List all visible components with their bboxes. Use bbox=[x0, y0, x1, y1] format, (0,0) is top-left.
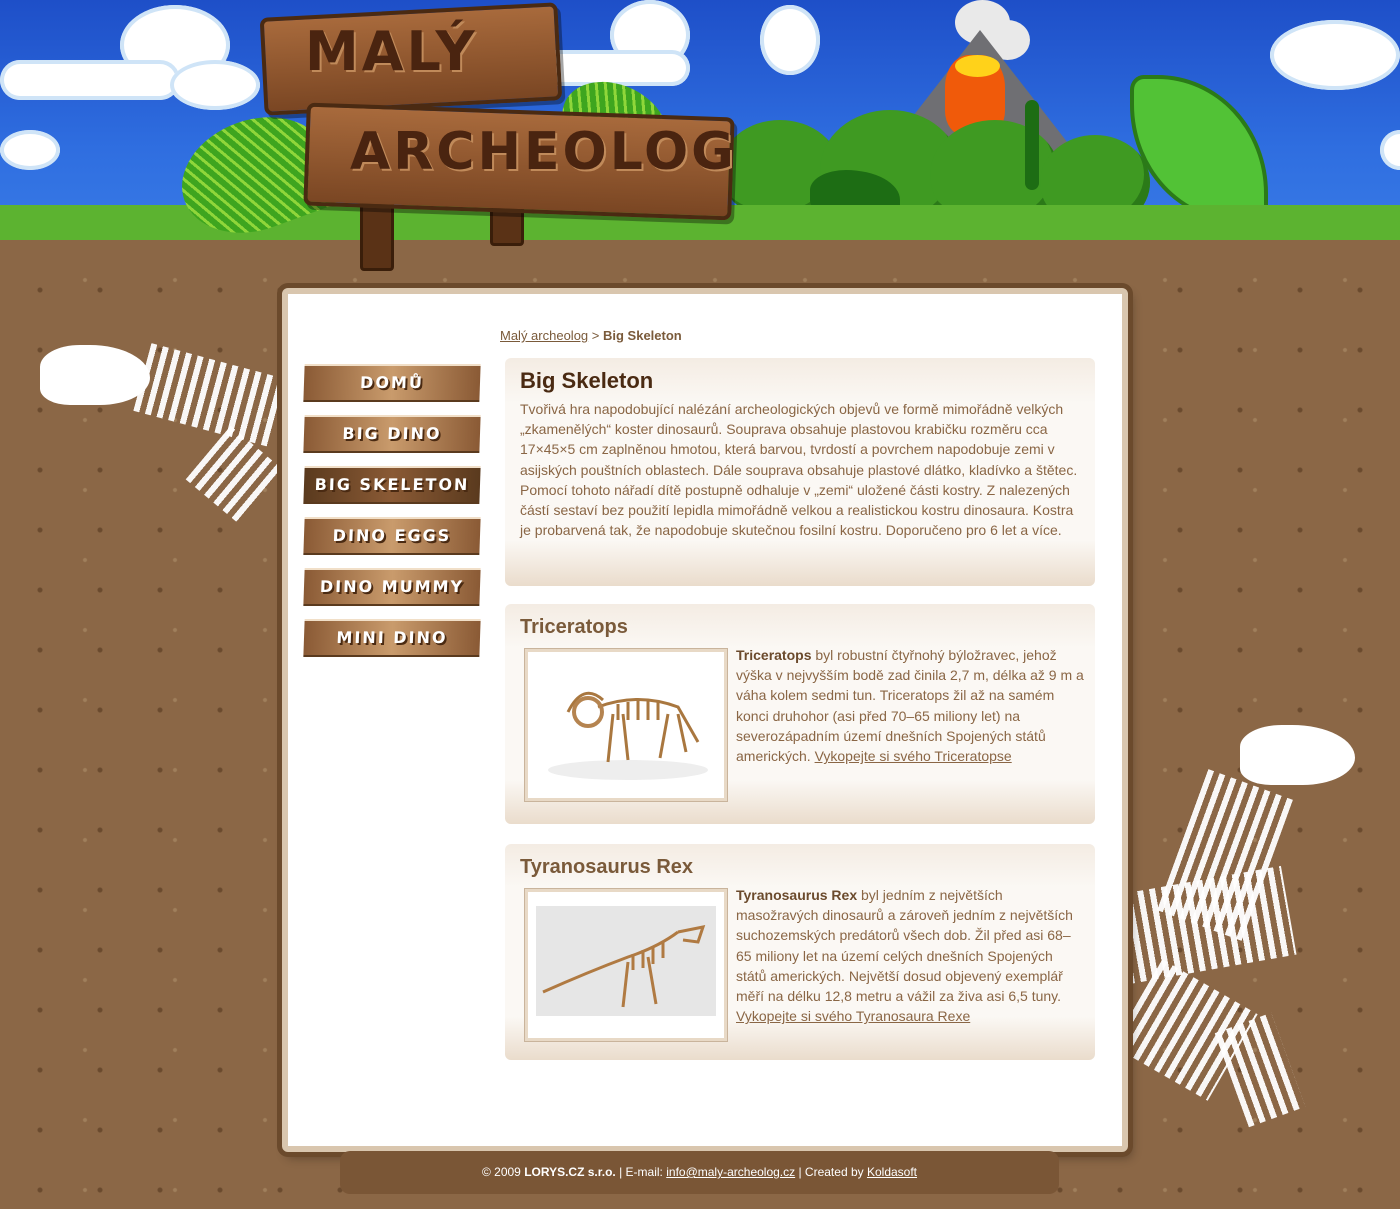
breadcrumb-current: Big Skeleton bbox=[603, 328, 682, 343]
product-name: Triceratops bbox=[736, 647, 812, 663]
sidebar-nav: DOMŮ BIG DINO BIG SKELETON DINO EGGS DIN… bbox=[303, 364, 481, 670]
intro-box: Big Skeleton Tvořivá hra napodobující na… bbox=[505, 358, 1095, 586]
nav-item-dino-mummy[interactable]: DINO MUMMY bbox=[303, 568, 481, 606]
product-text: byl robustní čtyřnohý býložravec, jehož … bbox=[736, 647, 1084, 765]
dinosaur-silhouette bbox=[1025, 100, 1039, 190]
lava bbox=[955, 55, 1000, 77]
footer-company: LORYS.CZ s.r.o. bbox=[524, 1165, 616, 1179]
nav-item-big-skeleton[interactable]: BIG SKELETON bbox=[303, 466, 481, 504]
product-text: byl jedním z největších masožravých dino… bbox=[736, 887, 1073, 1005]
product-link-triceratops[interactable]: Vykopejte si svého Triceratopse bbox=[815, 748, 1012, 764]
product-name: Tyranosaurus Rex bbox=[736, 887, 858, 903]
logo-text: ARCHEOLOG bbox=[350, 122, 737, 182]
leaf bbox=[1130, 75, 1268, 223]
triceratops-image[interactable] bbox=[525, 649, 727, 801]
nav-item-domu[interactable]: DOMŮ bbox=[303, 364, 481, 402]
breadcrumb-home-link[interactable]: Malý archeolog bbox=[500, 328, 588, 343]
footer-copyright: © 2009 bbox=[481, 1165, 525, 1179]
product-description: Triceratops byl robustní čtyřnohý býložr… bbox=[736, 645, 1086, 766]
product-description: Tyranosaurus Rex byl jedním z největších… bbox=[736, 885, 1086, 1026]
footer-creator-link[interactable]: Koldasoft bbox=[867, 1165, 917, 1179]
cloud bbox=[0, 130, 60, 170]
nav-item-big-dino[interactable]: BIG DINO bbox=[303, 415, 481, 453]
product-title: Tyranosaurus Rex bbox=[520, 856, 694, 878]
intro-text: Tvořivá hra napodobující nalézání archeo… bbox=[520, 401, 1078, 539]
breadcrumb: Malý archeolog > Big Skeleton bbox=[500, 328, 682, 343]
logo-text: MALÝ bbox=[305, 20, 478, 83]
product-title: Triceratops bbox=[520, 616, 628, 638]
footer-created-label: | Created by bbox=[795, 1165, 867, 1179]
nav-item-dino-eggs[interactable]: DINO EGGS bbox=[303, 517, 481, 555]
page-title: Big Skeleton bbox=[520, 368, 654, 393]
trex-image[interactable] bbox=[525, 889, 727, 1041]
cloud bbox=[1380, 130, 1400, 170]
footer-email-link[interactable]: info@maly-archeolog.cz bbox=[666, 1165, 795, 1179]
cloud bbox=[0, 60, 180, 100]
cloud bbox=[1270, 20, 1400, 90]
nav-item-mini-dino[interactable]: MINI DINO bbox=[303, 619, 481, 657]
product-link-trex[interactable]: Vykopejte si svého Tyranosaura Rexe bbox=[736, 1008, 970, 1024]
cloud bbox=[170, 60, 260, 110]
cloud bbox=[760, 5, 820, 75]
footer: © 2009 LORYS.CZ s.r.o. | E-mail: info@ma… bbox=[340, 1151, 1059, 1194]
breadcrumb-separator: > bbox=[591, 328, 600, 343]
product-box-triceratops: Triceratops Triceratops byl robustní čty… bbox=[505, 604, 1095, 824]
product-box-trex: Tyranosaurus Rex Tyranosaurus Rex byl je… bbox=[505, 844, 1095, 1060]
footer-email-label: | E-mail: bbox=[615, 1165, 667, 1179]
